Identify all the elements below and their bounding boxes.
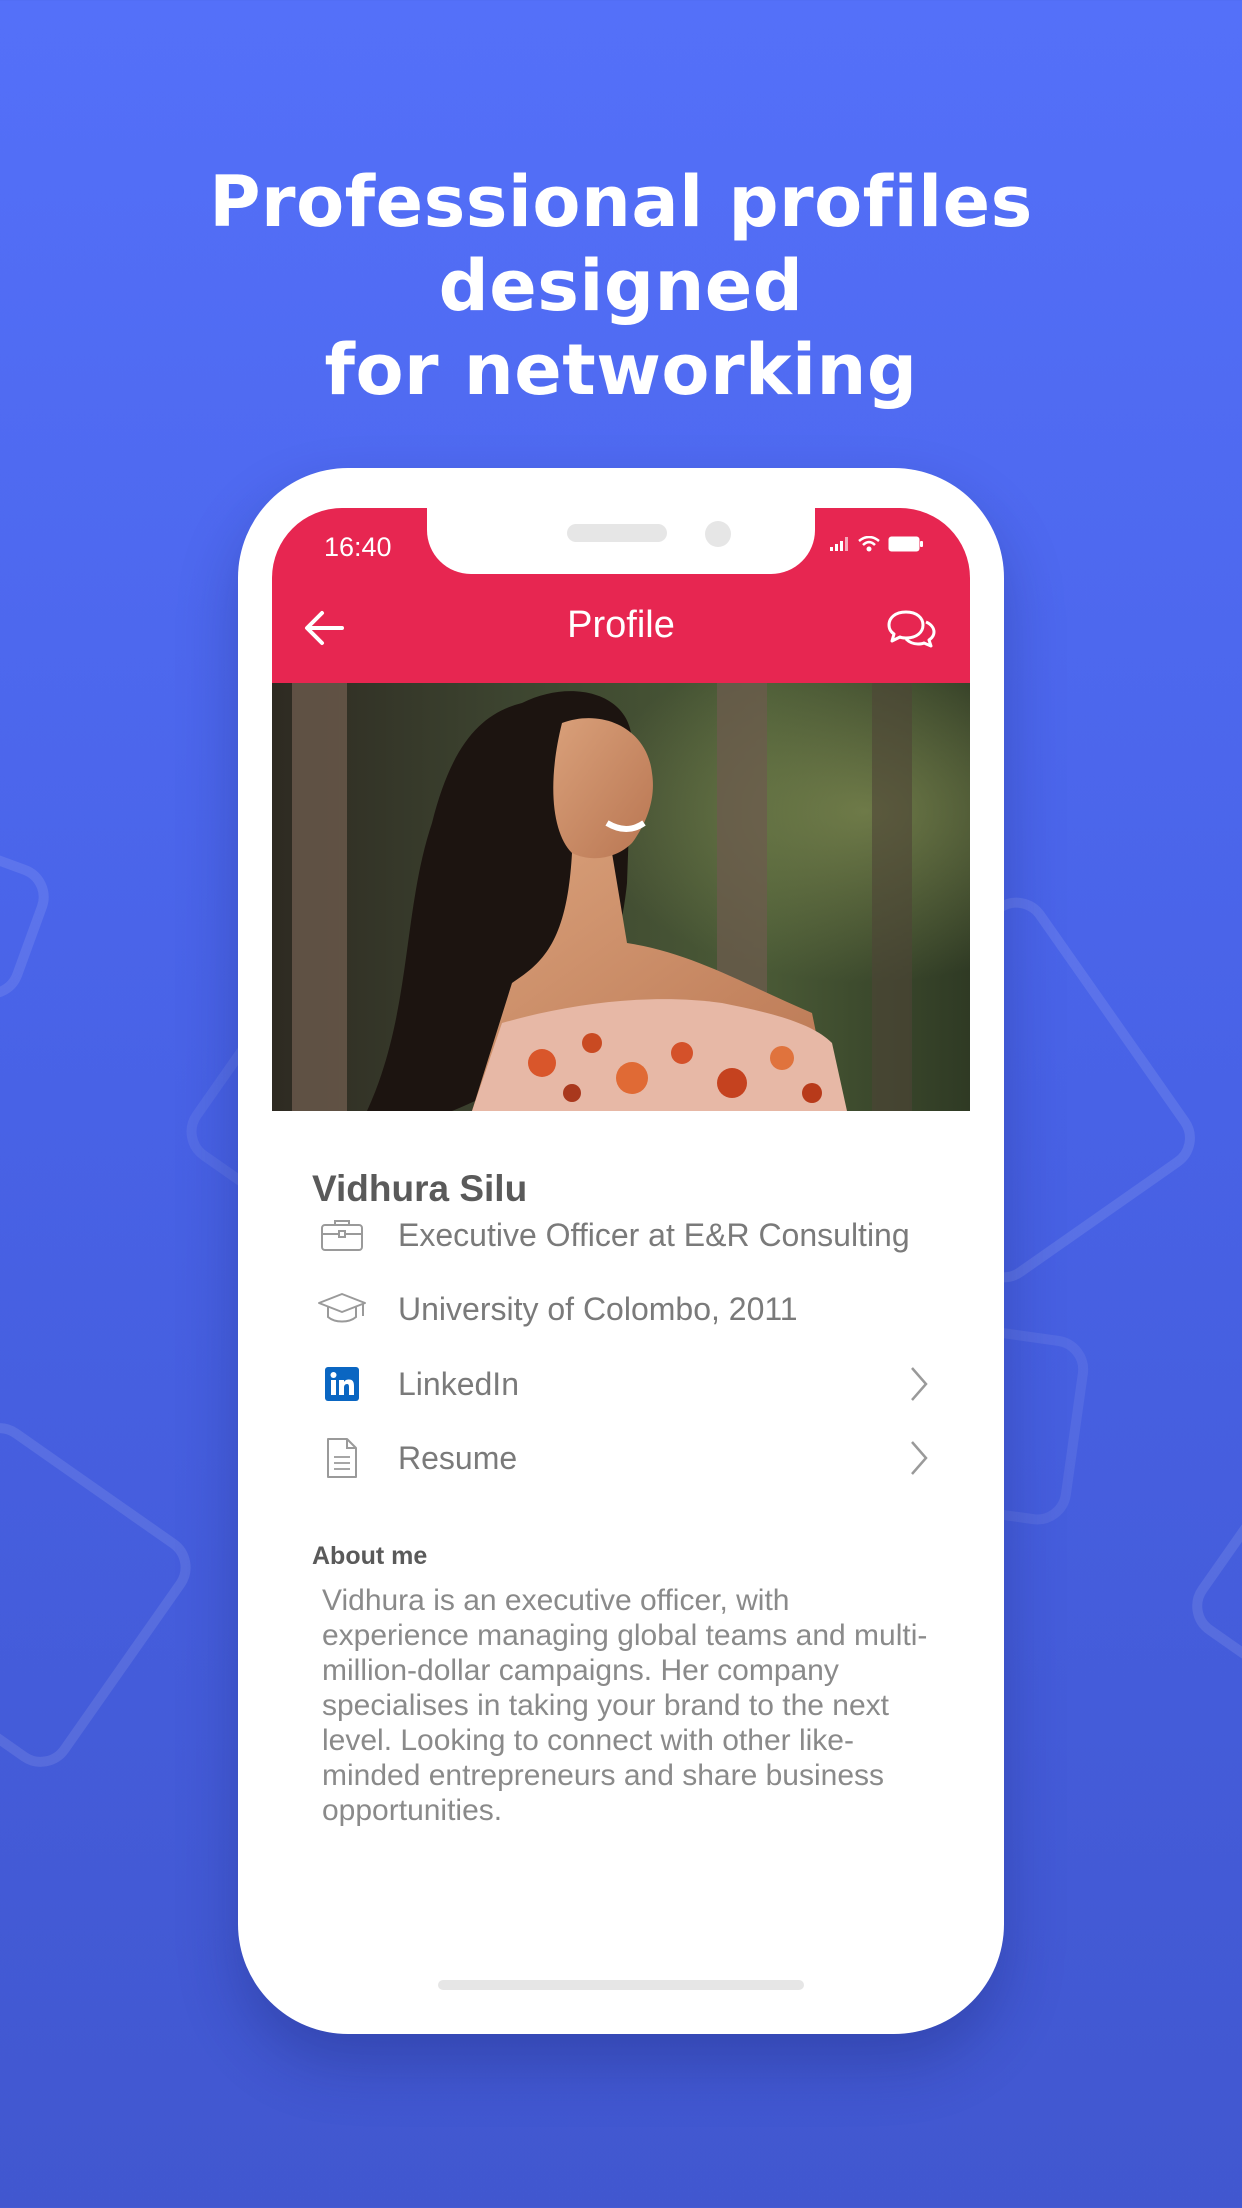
- signal-icon: [830, 537, 848, 551]
- profile-photo: [272, 683, 970, 1111]
- phone-screen: 16:40 Profile Vidhura Silu Executive Off…: [272, 508, 970, 1940]
- headline-line-1: Professional profiles designed: [209, 161, 1033, 327]
- profile-name: Vidhura Silu: [312, 1168, 528, 1209]
- phone-notch: [427, 508, 815, 574]
- speaker: [567, 524, 667, 542]
- decorative-shape: [0, 811, 59, 1009]
- briefcase-icon: [321, 1220, 363, 1251]
- decorative-shape: [0, 1409, 204, 1781]
- status-icons: [830, 536, 924, 552]
- about-heading: About me: [312, 1542, 428, 1570]
- phone-mockup: 16:40 Profile Vidhura Silu Executive Off…: [238, 468, 1004, 2034]
- detail-linkedin[interactable]: LinkedIn: [312, 1354, 932, 1414]
- detail-education: University of Colombo, 2011: [312, 1279, 932, 1339]
- linkedin-label: LinkedIn: [398, 1365, 519, 1402]
- page-title: Profile: [567, 604, 675, 646]
- education-text: University of Colombo, 2011: [398, 1290, 798, 1327]
- linkedin-icon: [325, 1367, 359, 1401]
- chevron-right-icon: [911, 1441, 928, 1475]
- app-bar: 16:40 Profile: [272, 508, 970, 683]
- battery-icon: [888, 536, 923, 552]
- home-indicator: [438, 1980, 804, 1990]
- about-text: Vidhura is an executive officer, with ex…: [322, 1584, 928, 1827]
- detail-resume[interactable]: Resume: [312, 1428, 932, 1488]
- job-text: Executive Officer at E&R Consulting: [398, 1216, 910, 1253]
- detail-job: Executive Officer at E&R Consulting: [312, 1205, 932, 1265]
- headline-line-2: for networking: [324, 329, 918, 411]
- graduation-cap-icon: [318, 1293, 366, 1323]
- resume-label: Resume: [398, 1439, 518, 1476]
- front-camera: [705, 521, 731, 547]
- decorative-shape: [1178, 1475, 1242, 1695]
- chat-bubbles-icon[interactable]: [886, 608, 936, 652]
- chevron-right-icon: [911, 1367, 928, 1401]
- headline: Professional profiles designed for netwo…: [60, 160, 1182, 412]
- document-icon: [327, 1438, 357, 1478]
- wifi-icon: [858, 536, 880, 552]
- status-time: 16:40: [324, 532, 392, 562]
